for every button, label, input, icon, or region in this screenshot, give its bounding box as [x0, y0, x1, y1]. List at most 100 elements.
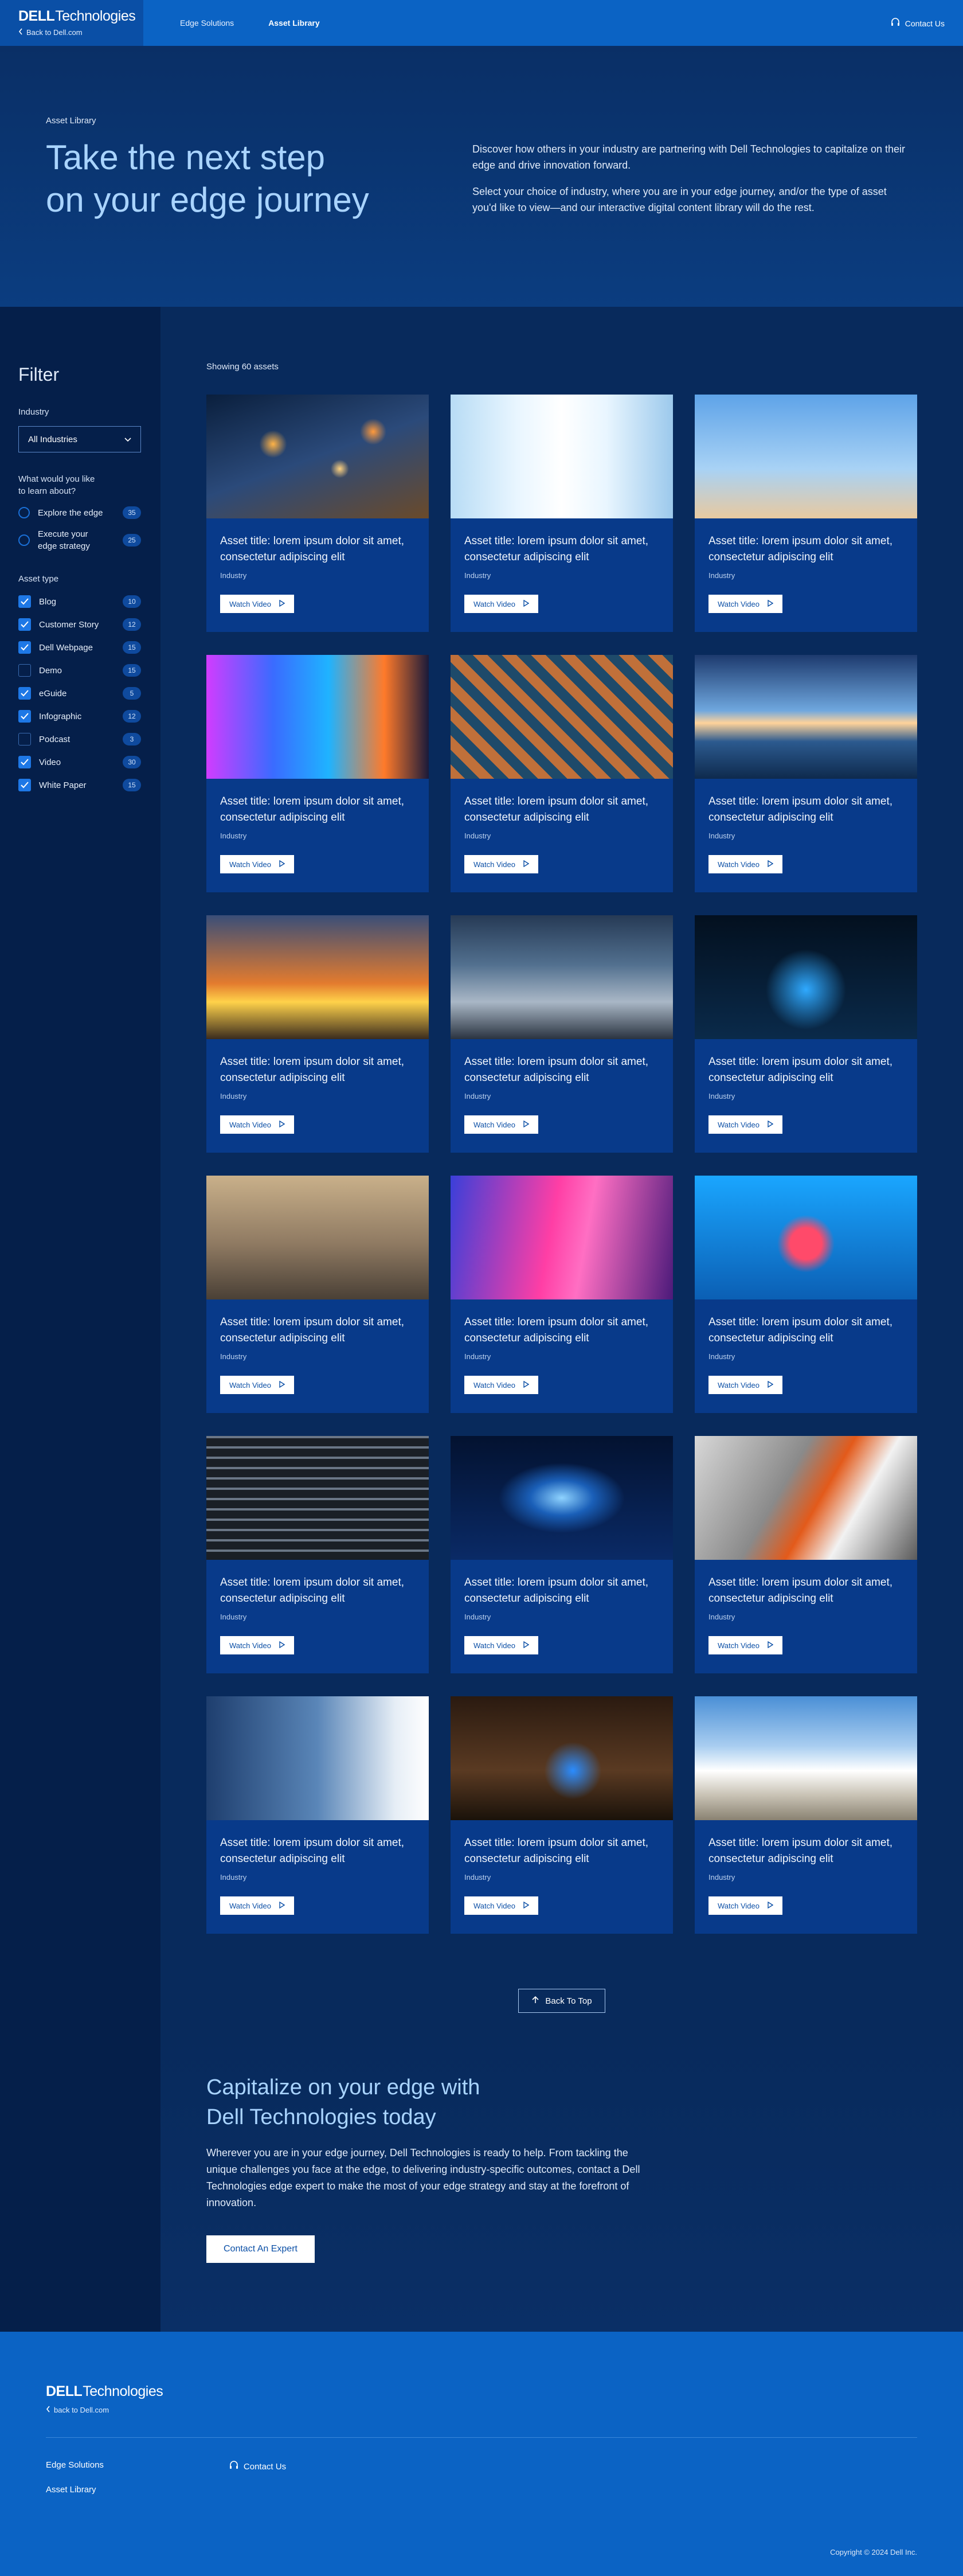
play-icon [279, 860, 285, 869]
checkbox-blog[interactable]: Blog 10 [18, 595, 141, 608]
asset-card[interactable]: Asset title: lorem ipsum dolor sit amet,… [451, 1436, 673, 1673]
checkbox-dell-webpage[interactable]: Dell Webpage 15 [18, 641, 141, 654]
asset-grid: Asset title: lorem ipsum dolor sit amet,… [206, 395, 917, 1934]
watch-video-button[interactable]: Watch Video [464, 1376, 538, 1394]
asset-card[interactable]: Asset title: lorem ipsum dolor sit amet,… [206, 1176, 429, 1413]
checkbox-customer-story[interactable]: Customer Story 12 [18, 618, 141, 631]
asset-card[interactable]: Asset title: lorem ipsum dolor sit amet,… [206, 395, 429, 632]
watch-video-button[interactable]: Watch Video [464, 1115, 538, 1134]
nav-asset-library[interactable]: Asset Library [268, 18, 319, 28]
card-body: Asset title: lorem ipsum dolor sit amet,… [206, 1039, 429, 1134]
checkbox-video[interactable]: Video 30 [18, 756, 141, 768]
checkbox-checked-icon [18, 595, 31, 608]
back-to-top-button[interactable]: Back To Top [518, 1989, 605, 2013]
option-left: Infographic [18, 710, 81, 723]
asset-card[interactable]: Asset title: lorem ipsum dolor sit amet,… [451, 395, 673, 632]
watch-video-button[interactable]: Watch Video [708, 1115, 782, 1134]
footer-contact-link[interactable]: Contact Us [229, 2460, 286, 2473]
footer-back-link[interactable]: back to Dell.com [46, 2406, 917, 2414]
card-title: Asset title: lorem ipsum dolor sit amet,… [708, 1056, 892, 1084]
footer-dell-logo[interactable]: DELL Technologies [46, 2383, 917, 2400]
count-badge: 12 [123, 618, 141, 631]
thumbnail-art [451, 915, 673, 1039]
asset-card[interactable]: Asset title: lorem ipsum dolor sit amet,… [695, 1176, 917, 1413]
radio-execute-edge-strategy[interactable]: Execute your edge strategy 25 [18, 528, 141, 552]
card-industry: Industry [220, 1613, 247, 1621]
count-badge: 15 [123, 641, 141, 654]
thumbnail-art [451, 1176, 673, 1299]
watch-video-button[interactable]: Watch Video [220, 595, 294, 613]
top-nav: DELL Technologies Back to Dell.com Edge S… [0, 0, 963, 46]
checkbox-checked-icon [18, 710, 31, 723]
asset-card[interactable]: Asset title: lorem ipsum dolor sit amet,… [206, 1696, 429, 1934]
logo-bold: DELL [46, 2383, 83, 2399]
hero-paragraph-2: Select your choice of industry, where yo… [472, 186, 887, 213]
watch-video-button[interactable]: Watch Video [708, 855, 782, 873]
card-industry: Industry [464, 1873, 491, 1882]
contact-us-link[interactable]: Contact Us [890, 17, 945, 29]
back-to-top-wrap: Back To Top [206, 1989, 917, 2013]
watch-video-button[interactable]: Watch Video [708, 1896, 782, 1915]
option-label: Execute your edge strategy [38, 529, 90, 551]
card-body: Asset title: lorem ipsum dolor sit amet,… [451, 779, 673, 873]
watch-video-button[interactable]: Watch Video [220, 1115, 294, 1134]
back-to-dell-link[interactable]: Back to Dell.com [18, 28, 126, 37]
watch-video-button[interactable]: Watch Video [464, 1636, 538, 1654]
thumbnail-art [695, 395, 917, 518]
asset-card[interactable]: Asset title: lorem ipsum dolor sit amet,… [451, 915, 673, 1153]
checkbox-white-paper[interactable]: White Paper 15 [18, 779, 141, 791]
asset-card[interactable]: Asset title: lorem ipsum dolor sit amet,… [695, 395, 917, 632]
asset-card[interactable]: Asset title: lorem ipsum dolor sit amet,… [695, 655, 917, 892]
card-body: Asset title: lorem ipsum dolor sit amet,… [206, 779, 429, 873]
watch-video-button[interactable]: Watch Video [708, 1636, 782, 1654]
watch-video-button[interactable]: Watch Video [220, 1376, 294, 1394]
checkbox-podcast[interactable]: Podcast 3 [18, 733, 141, 746]
card-title: Asset title: lorem ipsum dolor sit amet,… [708, 1576, 892, 1605]
asset-card[interactable]: Asset title: lorem ipsum dolor sit amet,… [695, 1436, 917, 1673]
footer-asset-library[interactable]: Asset Library [46, 2485, 104, 2495]
card-body: Asset title: lorem ipsum dolor sit amet,… [695, 1299, 917, 1394]
checkbox-infographic[interactable]: Infographic 12 [18, 710, 141, 723]
watch-video-button[interactable]: Watch Video [220, 855, 294, 873]
contact-expert-button[interactable]: Contact An Expert [206, 2235, 315, 2263]
arrow-up-icon [531, 1996, 539, 2006]
footer-edge-solutions[interactable]: Edge Solutions [46, 2460, 104, 2470]
radio-explore-the-edge[interactable]: Explore the edge 35 [18, 506, 141, 519]
checkbox-eguide[interactable]: eGuide 5 [18, 687, 141, 700]
card-industry: Industry [464, 1613, 491, 1621]
asset-card[interactable]: Asset title: lorem ipsum dolor sit amet,… [451, 1176, 673, 1413]
option-left: Execute your edge strategy [18, 528, 101, 552]
watch-video-button[interactable]: Watch Video [708, 595, 782, 613]
option-label: Podcast [39, 734, 71, 744]
factory-worker-image [695, 1436, 917, 1560]
watch-video-button[interactable]: Watch Video [464, 855, 538, 873]
card-body: Asset title: lorem ipsum dolor sit amet,… [206, 1299, 429, 1394]
checkbox-checked-icon [18, 641, 31, 654]
checkbox-demo[interactable]: Demo 15 [18, 664, 141, 677]
watch-video-button[interactable]: Watch Video [220, 1896, 294, 1915]
card-body: Asset title: lorem ipsum dolor sit amet,… [695, 779, 917, 873]
footer-contact-label: Contact Us [243, 2461, 287, 2472]
asset-card[interactable]: Asset title: lorem ipsum dolor sit amet,… [206, 1436, 429, 1673]
dell-logo[interactable]: DELL Technologies [18, 8, 136, 25]
asset-card[interactable]: Asset title: lorem ipsum dolor sit amet,… [695, 1696, 917, 1934]
hero-paragraph-1: Discover how others in your industry are… [472, 143, 906, 171]
watch-video-button[interactable]: Watch Video [464, 1896, 538, 1915]
watch-video-button[interactable]: Watch Video [464, 595, 538, 613]
logo-light: Technologies [55, 8, 136, 24]
card-body: Asset title: lorem ipsum dolor sit amet,… [451, 1039, 673, 1134]
option-left: White Paper [18, 779, 87, 791]
asset-card[interactable]: Asset title: lorem ipsum dolor sit amet,… [206, 655, 429, 892]
asset-card[interactable]: Asset title: lorem ipsum dolor sit amet,… [206, 915, 429, 1153]
asset-card[interactable]: Asset title: lorem ipsum dolor sit amet,… [451, 1696, 673, 1934]
asset-type-label: Asset type [18, 574, 59, 584]
watch-video-button[interactable]: Watch Video [220, 1636, 294, 1654]
nav-edge-solutions[interactable]: Edge Solutions [180, 18, 234, 28]
contact-label: Contact Us [905, 18, 945, 28]
watch-video-button[interactable]: Watch Video [708, 1376, 782, 1394]
industry-select[interactable]: All Industries [18, 426, 141, 452]
asset-card[interactable]: Asset title: lorem ipsum dolor sit amet,… [695, 915, 917, 1153]
asset-card[interactable]: Asset title: lorem ipsum dolor sit amet,… [451, 655, 673, 892]
option-label: Dell Webpage [39, 642, 93, 653]
thumbnail-art [695, 915, 917, 1039]
